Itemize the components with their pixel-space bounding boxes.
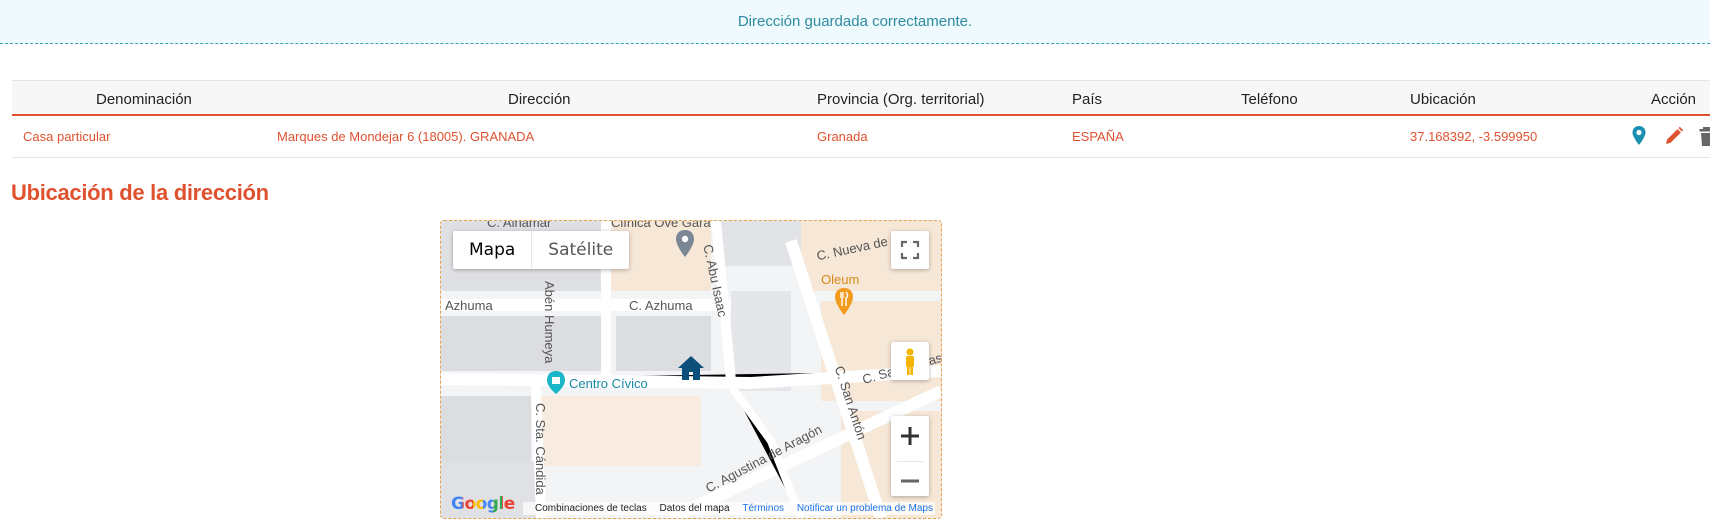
row-actions (1629, 125, 1710, 147)
header-denominacion: Denominación (96, 91, 192, 108)
cell-ubicacion: 37.168392, -3.599950 (1410, 129, 1538, 144)
street-label: Azhuma (445, 298, 493, 313)
street-label: C. Alhamar (487, 220, 552, 230)
map-widget[interactable]: C. Alhamar Clínica Ove Gara Azhuma C. Az… (440, 220, 942, 519)
success-message: Dirección guardada correctamente. (737, 13, 973, 30)
section-title: Ubicación de la dirección (11, 180, 269, 205)
cell-denominacion: Casa particular (23, 129, 111, 144)
restaurant-icon[interactable] (833, 287, 855, 317)
addresses-table: Denominación Dirección Provincia (Org. t… (12, 80, 1710, 158)
cell-direccion: Marques de Mondejar 6 (18005). GRANADA (277, 129, 535, 144)
header-pais: País (1072, 91, 1103, 108)
street-view-button[interactable] (891, 342, 929, 380)
home-marker-icon[interactable] (676, 354, 706, 382)
map-type-satelite-button[interactable]: Satélite (532, 231, 629, 269)
poi-label: Oleum (821, 272, 860, 287)
google-logo: Google (451, 494, 515, 514)
poi-label: Centro Cívico (569, 376, 648, 391)
locate-button[interactable] (1629, 125, 1649, 147)
table-row: Casa particular Marques de Mondejar 6 (1… (12, 116, 1710, 158)
map-pin-icon[interactable] (674, 229, 696, 259)
table-header: Denominación Dirección Provincia (Org. t… (12, 80, 1710, 116)
map-footer-links: Combinaciones de teclas Datos del mapa T… (523, 502, 935, 515)
map-data-link[interactable]: Datos del mapa (660, 503, 730, 514)
fullscreen-icon (900, 240, 920, 260)
zoom-control (891, 416, 929, 496)
report-problem-link[interactable]: Notificar un problema de Maps (797, 503, 933, 514)
cell-pais: ESPAÑA (1072, 129, 1124, 144)
civic-center-icon[interactable] (545, 370, 567, 396)
map-pin-icon (1632, 126, 1646, 145)
zoom-in-button[interactable] (891, 416, 929, 456)
header-accion: Acción (1651, 91, 1697, 108)
map-type-mapa-button[interactable]: Mapa (453, 231, 533, 269)
map-footer: Google Combinaciones de teclas Datos del… (441, 494, 941, 518)
keyboard-shortcuts-link[interactable]: Combinaciones de teclas (535, 503, 647, 514)
edit-button[interactable] (1663, 125, 1684, 147)
trash-icon (1699, 127, 1710, 146)
street-label: C. Azhuma (629, 298, 693, 313)
street-label: Abén Humeya (542, 281, 557, 364)
street-label: C. Sta. Cándida (533, 403, 548, 495)
success-banner: Dirección guardada correctamente. (0, 0, 1710, 44)
fullscreen-button[interactable] (891, 231, 929, 269)
delete-button[interactable] (1697, 125, 1710, 147)
pencil-icon (1666, 126, 1684, 144)
header-ubicacion: Ubicación (1410, 91, 1476, 108)
header-telefono: Teléfono (1241, 91, 1298, 108)
cell-provincia: Granada (817, 129, 868, 144)
header-direccion: Dirección (508, 91, 571, 108)
map-type-control: Mapa Satélite (453, 231, 630, 269)
pegman-icon (906, 348, 914, 375)
terms-link[interactable]: Términos (742, 503, 784, 514)
header-provincia: Provincia (Org. territorial) (817, 91, 985, 108)
